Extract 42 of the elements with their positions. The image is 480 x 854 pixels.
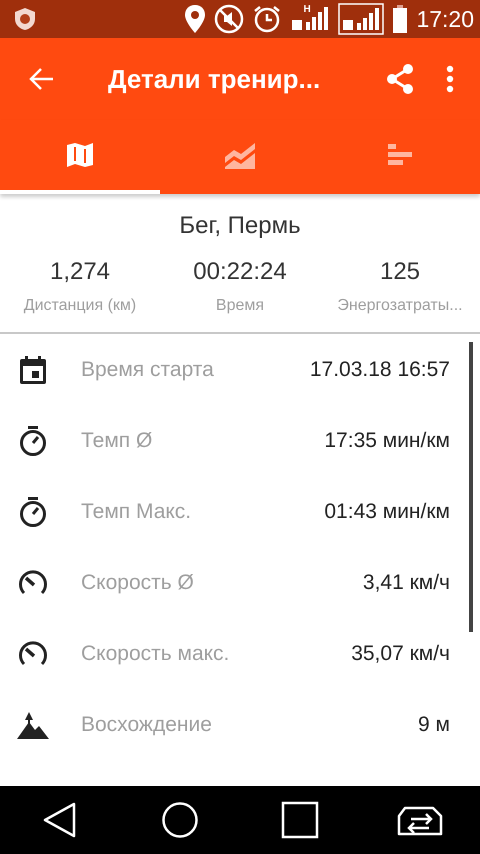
network-type-label: H [303,3,311,17]
stopwatch-icon [19,424,47,456]
back-arrow-icon [29,67,55,91]
stat-label: Время [216,296,264,316]
detail-value: 9 м [418,712,450,738]
detail-label: Восхождение [81,712,213,738]
activity-title: Бег, Пермь [178,211,302,241]
share-icon [386,64,414,94]
more-icon [446,65,454,93]
area-chart-icon [224,141,256,169]
detail-value: 35,07 км/ч [351,640,450,667]
detail-label: Скорость Ø [81,570,195,596]
detail-label: Темп Макс. [81,498,192,525]
recents-icon [281,801,319,839]
detail-label: Время старта [81,356,215,383]
detail-value: 01:43 мин/км [324,498,450,525]
stat-value: 00:22:24 [193,257,287,287]
shield-icon [14,7,36,31]
stat-value: 125 [380,257,420,287]
stat-label: Энергозатраты... [337,296,463,316]
alarm-icon [252,4,282,34]
detail-value: 3,41 км/ч [362,570,450,596]
stat-value: 1,274 [50,257,110,287]
sim-switch-icon [397,804,443,836]
stat-label: Дистанция (км) [24,296,136,316]
mute-icon [214,4,244,34]
detail-value: 17.03.18 16:57 [310,356,450,383]
screen-title: Детали тренир... [108,62,320,96]
battery-icon [392,4,408,34]
detail-value: 17:35 мин/км [324,428,450,454]
clock: 17:20 [416,4,474,34]
calendar-icon [19,354,47,384]
detail-label: Скорость макс. [81,640,230,667]
bar-chart-icon [387,143,413,167]
mountain-icon [17,710,49,740]
stopwatch-icon [19,496,47,528]
signal-icon [338,3,384,35]
back-icon [43,802,77,838]
map-icon [66,142,94,168]
location-icon [184,4,206,34]
home-icon [161,801,199,839]
detail-label: Темп Ø [81,428,154,454]
